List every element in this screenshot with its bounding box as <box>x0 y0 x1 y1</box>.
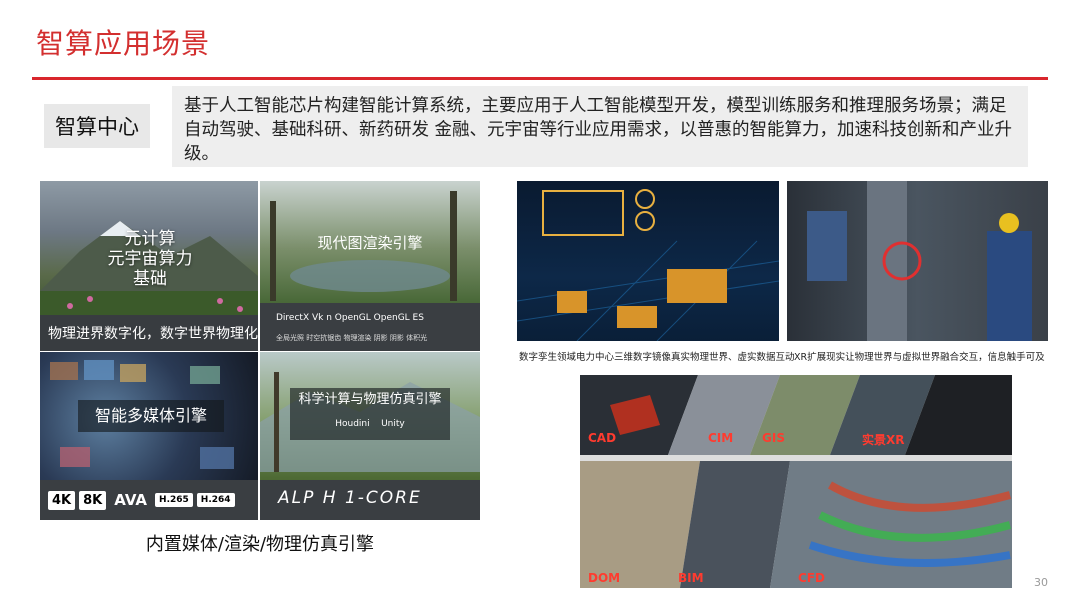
badge-8k: 8K <box>79 490 107 510</box>
metaverse-panel: 元计算 元宇宙算力 基础 物理进界数字化，数字世界物理化 <box>40 181 258 351</box>
panel4-label: 科学计算与物理仿真引擎 <box>298 392 442 407</box>
tool-houdini: Houdini <box>335 419 370 429</box>
panel3-label: 智能多媒体引擎 <box>78 400 224 432</box>
xr-caption: XR扩展现实让物理世界与虚拟世界融合交互，信息触手可及 <box>794 352 1045 363</box>
panel4-tools: Houdini Unity <box>290 412 450 436</box>
digital-twin-caption: 数字孪生领域电力中心三维数字镜像真实物理世界、虚实数据互动 <box>519 352 795 363</box>
title-divider <box>32 77 1048 80</box>
panel2-sub: 全局光照 时空抗锯齿 物理渲染 阴影 阴影 体积光 <box>276 334 428 342</box>
collage-tiles <box>580 375 1012 588</box>
xr-image <box>787 181 1048 341</box>
intro-text: 基于人工智能芯片构建智能计算系统，主要应用于人工智能模型开发，模型训练服务和推理… <box>172 86 1028 167</box>
panel2-label: 现代图渲染引擎 <box>317 234 423 252</box>
panel1-strip: 物理进界数字化，数字世界物理化 <box>40 315 258 351</box>
tool-unity: Unity <box>381 419 405 429</box>
label-gis: GIS <box>762 431 785 445</box>
panel1-line3: 基础 <box>133 269 167 289</box>
label-dom: DOM <box>588 571 621 585</box>
badge-4k: 4K <box>48 490 76 510</box>
label-bim: BIM <box>678 571 704 585</box>
panel4-box: 科学计算与物理仿真引擎 Houdini Unity <box>290 388 450 440</box>
application-collage: CAD CIM GIS 实景XR DOM BIM CFD <box>580 375 1012 588</box>
physics-panel: 科学计算与物理仿真引擎 Houdini Unity ALP H 1-CORE <box>260 352 480 520</box>
power-station-scene <box>517 189 779 341</box>
panel1-line2: 元宇宙算力 <box>107 249 193 269</box>
label-cim: CIM <box>708 431 734 445</box>
render-engine-panel: 现代图渲染引擎 DirectX Vk n OpenGL OpenGL ES 全局… <box>260 181 480 351</box>
badge-ava: AVA <box>114 491 148 509</box>
xr-scene <box>807 181 1032 341</box>
codec-badges: 4K 8K AVA H.265 H.264 <box>40 480 258 520</box>
panel2-logos: DirectX Vk n OpenGL OpenGL ES <box>276 313 424 323</box>
label-cfd: CFD <box>798 571 825 585</box>
panel1-line1: 元计算 <box>124 229 176 249</box>
multimedia-panel: 智能多媒体引擎 4K 8K AVA H.265 H.264 <box>40 352 258 520</box>
badge-h265: H.265 <box>155 493 193 507</box>
label-cad: CAD <box>588 431 617 445</box>
page-title: 智算应用场景 <box>36 27 211 60</box>
badge-h264: H.264 <box>196 493 235 507</box>
page-number: 30 <box>1034 576 1048 589</box>
label-xr: 实景XR <box>862 433 905 447</box>
panel4-brand: ALP H 1-CORE <box>278 488 422 508</box>
engine-caption: 内置媒体/渲染/物理仿真引擎 <box>145 534 375 555</box>
digital-twin-image <box>517 181 779 341</box>
section-tag: 智算中心 <box>44 104 150 148</box>
